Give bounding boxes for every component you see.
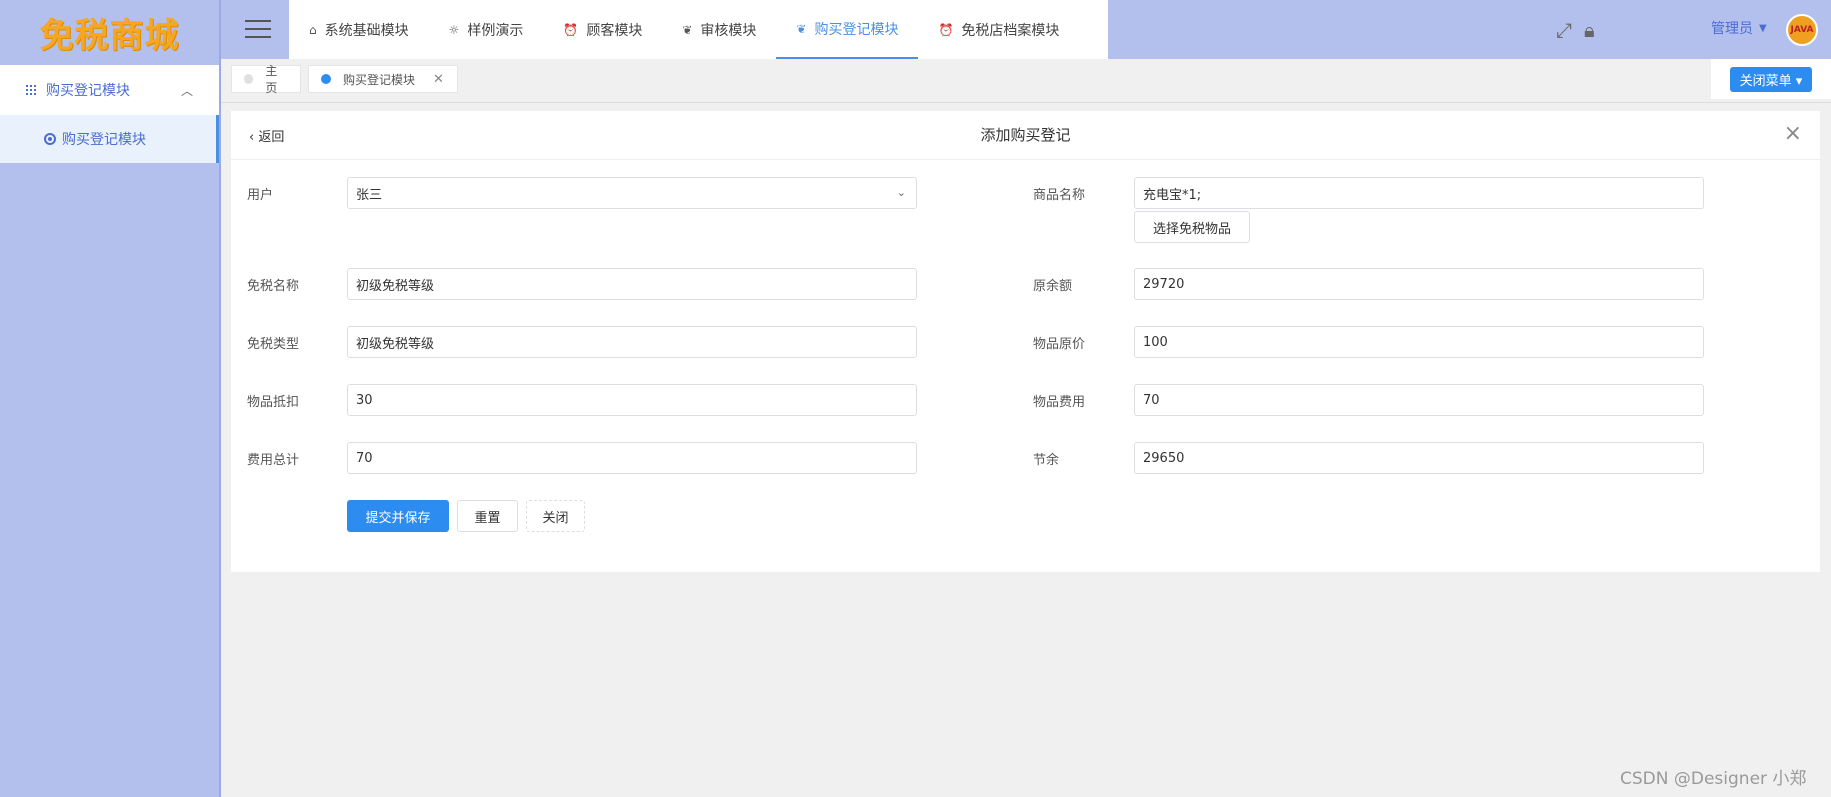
- logo[interactable]: 免税商城: [0, 0, 219, 65]
- dot-icon: [321, 74, 331, 84]
- original-price-label: 物品原价: [1033, 337, 1086, 352]
- original-balance-input[interactable]: 29720: [1134, 268, 1704, 300]
- close-menu-button[interactable]: 关闭菜单 ▾: [1729, 66, 1813, 92]
- home-icon: ⌂: [309, 22, 317, 37]
- savings-label: 节余: [1033, 453, 1060, 468]
- tab-customer[interactable]: ⏰ 顾客模块: [543, 0, 662, 59]
- user-select[interactable]: 张三 ⌄: [347, 177, 917, 209]
- tag-purchase[interactable]: 购买登记模块 ✕: [308, 65, 458, 93]
- close-icon[interactable]: ×: [1784, 121, 1802, 146]
- close-menu-wrap: 关闭菜单 ▾: [1711, 59, 1831, 99]
- fullscreen-icon[interactable]: ⤢: [1556, 18, 1572, 42]
- original-price-input[interactable]: 100: [1134, 326, 1704, 358]
- item-cost-label: 物品费用: [1033, 395, 1086, 410]
- sidebar-group-label: 购买登记模块: [46, 83, 130, 99]
- tab-label: 系统基础模块: [324, 22, 409, 39]
- grid-icon: [26, 85, 36, 95]
- original-price-value: 100: [1143, 334, 1168, 350]
- item-cost-value: 70: [1143, 392, 1160, 408]
- savings-value: 29650: [1143, 450, 1185, 466]
- reset-button[interactable]: 重置: [457, 500, 518, 532]
- total-cost-label: 费用总计: [247, 453, 300, 468]
- user-select-value: 张三: [356, 187, 383, 203]
- item-cost-input[interactable]: 70: [1134, 384, 1704, 416]
- tax-free-name-input[interactable]: 初级免税等级: [347, 268, 917, 300]
- hamburger-menu-icon[interactable]: [245, 20, 271, 38]
- discount-label: 物品抵扣: [247, 395, 300, 410]
- header-tools: ⤢ 🔒︎: [1556, 18, 1595, 42]
- original-balance-label: 原余额: [1033, 279, 1073, 294]
- sidebar-group-purchase[interactable]: 购买登记模块 ︿: [0, 65, 219, 115]
- sidebar-item-purchase[interactable]: 购买登记模块: [0, 115, 219, 163]
- dot-icon: [244, 74, 254, 84]
- tag-label: 主页: [265, 64, 278, 95]
- sidebar-item-label: 购买登记模块: [62, 132, 146, 148]
- tab-label: 免税店档案模块: [961, 22, 1060, 39]
- reset-label: 重置: [474, 510, 501, 526]
- tag-label: 购买登记模块: [343, 72, 416, 87]
- user-name: 管理员: [1711, 21, 1753, 37]
- tax-free-type-label: 免税类型: [247, 337, 300, 352]
- avatar[interactable]: JAVA: [1786, 14, 1818, 46]
- tab-system-base[interactable]: ⌂ 系统基础模块: [289, 0, 429, 59]
- close-label: 关闭: [542, 510, 569, 526]
- chevron-up-icon: ︿: [180, 83, 193, 98]
- submit-save-button[interactable]: 提交并保存: [347, 500, 449, 532]
- form-card: ‹ 返回 添加购买登记 × 用户 张三 ⌄ 免税名称 初级免税等级 免税类型 初…: [231, 111, 1820, 572]
- tab-label: 购买登记模块: [814, 21, 899, 38]
- card-header: ‹ 返回 添加购买登记 ×: [231, 111, 1820, 160]
- caret-down-icon: ▼: [1759, 22, 1767, 34]
- user-menu[interactable]: 管理员 ▼: [1711, 18, 1767, 38]
- leaf-icon: ❦: [682, 22, 693, 37]
- goods-name-input[interactable]: 充电宝*1;: [1134, 177, 1704, 209]
- page-title: 添加购买登记: [980, 126, 1071, 144]
- tab-purchase[interactable]: ❦ 购买登记模块: [776, 0, 919, 59]
- tax-free-type-input[interactable]: 初级免税等级: [347, 326, 917, 358]
- watermark: CSDN @Designer 小郑: [1620, 769, 1807, 789]
- total-cost-input[interactable]: 70: [347, 442, 917, 474]
- sidebar: 免税商城 购买登记模块 ︿ 购买登记模块: [0, 0, 221, 797]
- tag-home[interactable]: 主页: [231, 64, 301, 95]
- tab-store-archive[interactable]: ⏰ 免税店档案模块: [918, 0, 1079, 59]
- close-menu-label: 关闭菜单: [1739, 73, 1792, 89]
- submit-label: 提交并保存: [365, 510, 431, 526]
- discount-value: 30: [356, 392, 373, 408]
- top-header: ⌂ 系统基础模块 ☼ 样例演示 ⏰ 顾客模块 ❦ 审核模块 ❦ 购买登记模块 ⏰ 免税店档案…: [221, 0, 1831, 59]
- lock-icon[interactable]: 🔒︎: [1584, 18, 1595, 42]
- leaf-icon: ❦: [796, 21, 807, 36]
- tab-label: 顾客模块: [586, 22, 643, 39]
- savings-input[interactable]: 29650: [1134, 442, 1704, 474]
- target-icon: [44, 133, 56, 145]
- chevron-down-icon: ⌄: [896, 186, 906, 199]
- tax-free-name-label: 免税名称: [247, 279, 300, 294]
- total-cost-value: 70: [356, 450, 373, 466]
- goods-name-value: 充电宝*1;: [1143, 187, 1202, 203]
- sun-icon: ☼: [448, 22, 460, 37]
- discount-input[interactable]: 30: [347, 384, 917, 416]
- tag-bar: 主页 购买登记模块 ✕ 关闭菜单 ▾: [221, 59, 1831, 103]
- logo-text: 免税商城: [39, 16, 180, 56]
- user-label: 用户: [247, 188, 274, 203]
- tax-free-type-value: 初级免税等级: [356, 336, 435, 352]
- tab-demo[interactable]: ☼ 样例演示: [429, 0, 544, 59]
- select-goods-label: 选择免税物品: [1152, 221, 1231, 237]
- tab-review[interactable]: ❦ 审核模块: [662, 0, 776, 59]
- tab-label: 审核模块: [700, 22, 757, 39]
- goods-name-label: 商品名称: [1033, 188, 1086, 203]
- avatar-text: JAVA: [1790, 25, 1814, 35]
- top-nav-tabs: ⌂ 系统基础模块 ☼ 样例演示 ⏰ 顾客模块 ❦ 审核模块 ❦ 购买登记模块 ⏰ 免税店档案…: [289, 0, 1108, 59]
- select-goods-button[interactable]: 选择免税物品: [1134, 211, 1250, 243]
- close-button[interactable]: 关闭: [526, 500, 585, 532]
- alarm-icon: ⏰: [563, 22, 579, 37]
- tax-free-name-value: 初级免税等级: [356, 278, 435, 294]
- alarm-icon: ⏰: [938, 22, 954, 37]
- original-balance-value: 29720: [1143, 276, 1185, 292]
- close-icon[interactable]: ✕: [433, 72, 444, 87]
- tab-label: 样例演示: [467, 22, 524, 39]
